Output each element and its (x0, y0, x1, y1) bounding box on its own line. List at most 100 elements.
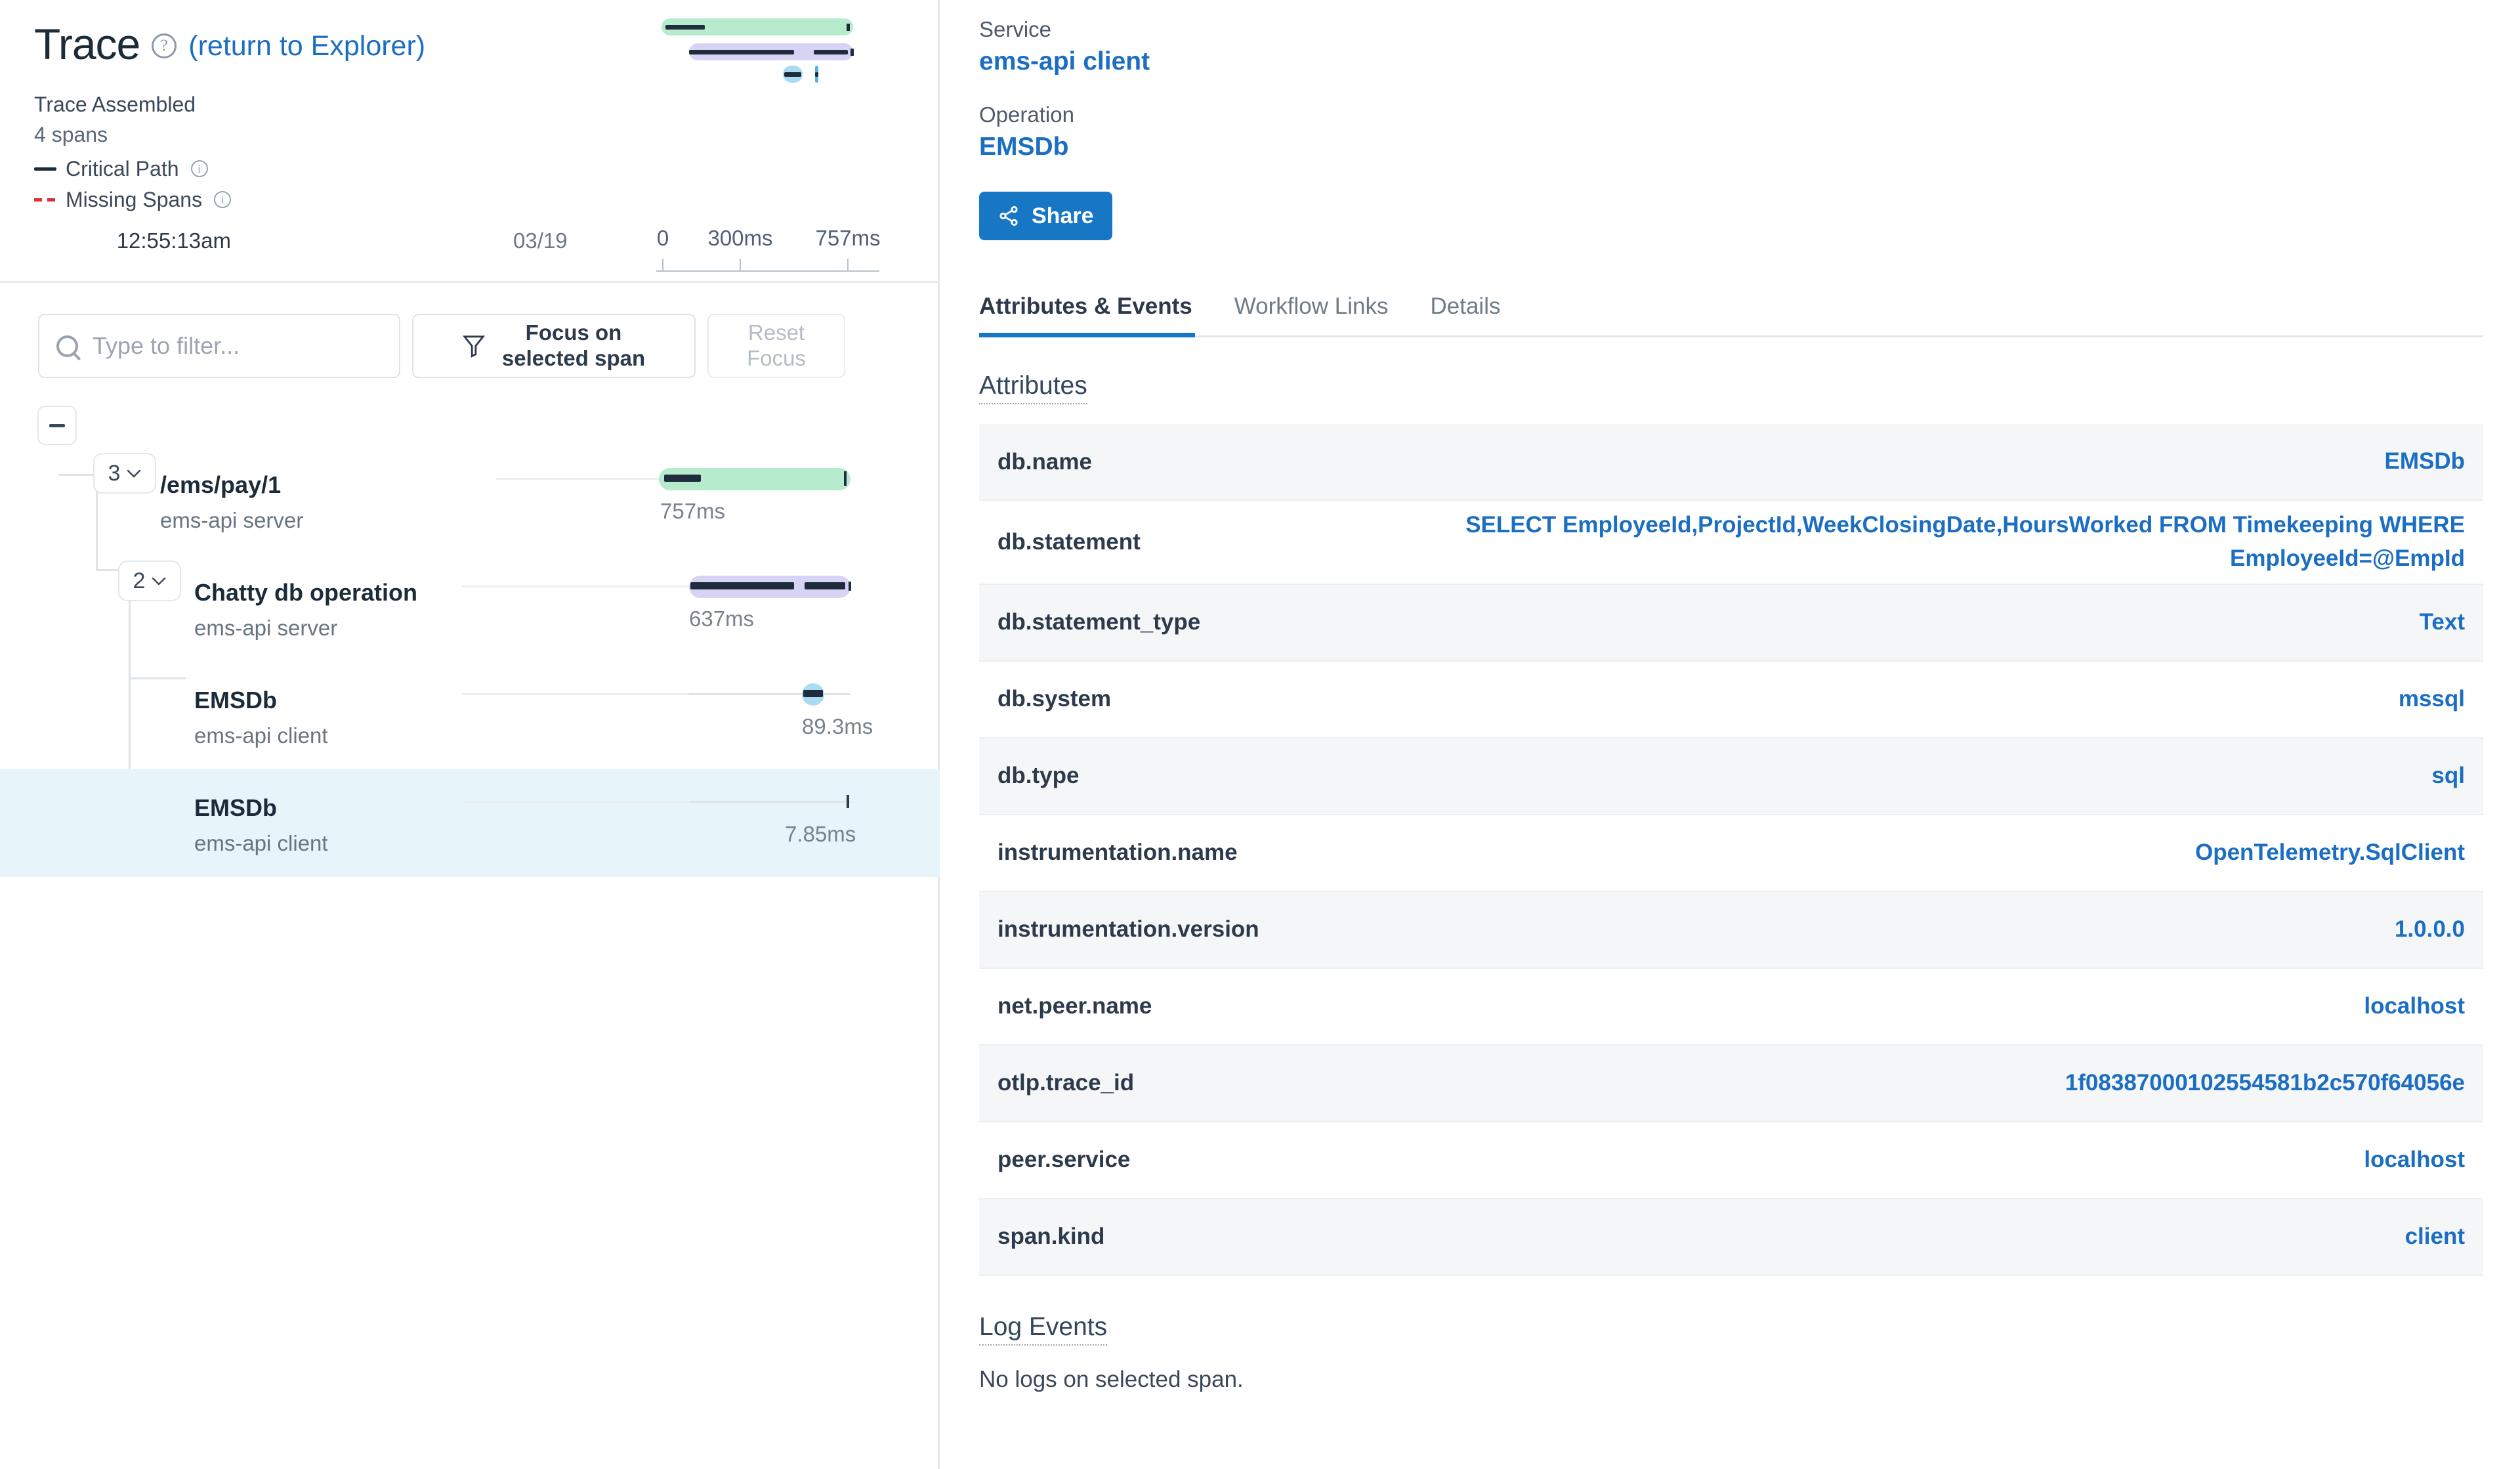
critical-path-segment (664, 475, 701, 482)
ruler-mark (740, 259, 741, 272)
legend-critical-path: Critical Path i (34, 157, 938, 181)
attribute-key: db.system (998, 686, 1112, 712)
tab-details[interactable]: Details (1430, 293, 1522, 335)
ruler-mark (847, 259, 849, 272)
span-detail-panel: Service ems-api client Operation EMSDb S… (940, 0, 2520, 1469)
table-row[interactable]: Chatty db operation ems-api server 2 637… (0, 554, 940, 662)
trace-start-date: 03/19 (513, 228, 568, 253)
attribute-value: 1.0.0.0 (2394, 916, 2465, 942)
critical-path-segment (803, 690, 823, 697)
table-row[interactable]: db.statement_type Text (979, 584, 2483, 662)
attribute-value: mssql (2398, 685, 2465, 712)
ruler-axis-line (656, 270, 879, 272)
focus-button-line2: selected span (501, 346, 646, 370)
minimap-bar (662, 18, 853, 35)
legend-missing-spans-label: Missing Spans (66, 187, 203, 211)
minimap-bar (815, 66, 818, 83)
span-name: EMSDb (194, 687, 277, 713)
span-duration: 637ms (689, 607, 755, 631)
critical-path-line-icon (34, 167, 56, 171)
trace-meta: Trace Assembled 4 spans Critical Path i … (34, 89, 938, 212)
trace-minimap[interactable] (662, 18, 872, 91)
span-detail-inner: Service ems-api client Operation EMSDb S… (940, 17, 2520, 1393)
focus-button-label: Focus on selected span (502, 320, 645, 372)
attribute-key: otlp.trace_id (998, 1070, 1135, 1096)
attributes-table: db.name EMSDb db.statement SELECT Employ… (979, 424, 2483, 1276)
question-circle-icon[interactable]: ? (152, 33, 177, 58)
table-row[interactable]: instrumentation.name OpenTelemetry.SqlCl… (979, 815, 2483, 892)
attribute-value: Text (2419, 608, 2465, 635)
bar-end-tick (847, 795, 849, 808)
child-count-value: 3 (108, 460, 121, 486)
reset-focus-button[interactable]: Reset Focus (707, 314, 845, 378)
table-row[interactable]: instrumentation.version 1.0.0.0 (979, 891, 2483, 969)
share-button[interactable]: Share (979, 192, 1112, 240)
table-row[interactable]: db.system mssql (979, 662, 2483, 738)
span-service: ems-api client (194, 831, 328, 855)
minimap-end-tick (847, 24, 850, 31)
table-row[interactable]: span.kind client (979, 1199, 2483, 1276)
service-value[interactable]: ems-api client (979, 47, 2502, 76)
bar-connector (462, 585, 692, 587)
missing-spans-line-icon (34, 198, 56, 202)
table-row[interactable]: db.statement SELECT EmployeeId,ProjectId… (979, 501, 2483, 585)
minimap-critical-path (814, 50, 848, 54)
return-to-explorer-link[interactable]: (return to Explorer) (188, 30, 425, 62)
attribute-value: client (2404, 1223, 2465, 1249)
ruler-scale: 0 300ms 757ms (656, 226, 886, 272)
share-button-label: Share (1032, 203, 1094, 228)
span-bar-area: 7.85ms (462, 769, 879, 877)
log-events-empty-message: No logs on selected span. (979, 1366, 1244, 1392)
attribute-value: 1f08387000102554581b2c570f64056e (2065, 1069, 2465, 1096)
focus-button-line1: Focus on (525, 320, 622, 345)
ruler-mark (662, 259, 663, 272)
info-icon[interactable]: i (190, 160, 208, 178)
span-name: /ems/pay/1 (160, 471, 282, 498)
page-title: Trace (34, 20, 140, 68)
minimap-critical-path (689, 50, 794, 54)
focus-on-selected-span-button[interactable]: Focus on selected span (412, 314, 696, 378)
span-service: ems-api client (194, 723, 328, 748)
child-count-value: 2 (133, 568, 146, 593)
table-row[interactable]: db.name EMSDb (979, 424, 2483, 501)
ruler-tick-1: 300ms (707, 226, 773, 250)
attribute-key: db.type (998, 763, 1080, 788)
tab-attributes-and-events[interactable]: Attributes & Events (979, 293, 1215, 337)
trace-status: Trace Assembled (34, 93, 196, 116)
operation-value[interactable]: EMSDb (979, 133, 2502, 161)
critical-path-segment (805, 582, 845, 589)
table-row[interactable]: EMSDb ems-api client 89.3ms (0, 662, 940, 769)
filter-box[interactable] (38, 314, 400, 378)
critical-path-segment (690, 582, 794, 589)
share-nodes-icon (999, 205, 1018, 226)
child-count-badge[interactable]: 3 (93, 453, 156, 494)
tab-workflow-links[interactable]: Workflow Links (1234, 293, 1411, 335)
table-row[interactable]: peer.service localhost (979, 1122, 2483, 1199)
table-row[interactable]: net.peer.name localhost (979, 969, 2483, 1046)
table-row[interactable]: db.type sql (979, 738, 2483, 815)
table-row[interactable]: /ems/pay/1 ems-api server 3 757ms (0, 446, 940, 554)
table-row[interactable]: otlp.trace_id 1f08387000102554581b2c570f… (979, 1045, 2483, 1122)
span-bar-area: 637ms (462, 554, 879, 662)
table-row[interactable]: EMSDb ems-api client 7.85ms (0, 769, 940, 877)
minimap-critical-path (815, 72, 818, 77)
attribute-key: net.peer.name (998, 993, 1152, 1019)
child-count-badge[interactable]: 2 (118, 561, 181, 601)
minimap-end-tick (850, 49, 854, 56)
span-count: 4 spans (34, 123, 108, 147)
search-input[interactable] (91, 331, 382, 360)
collapse-all-button[interactable] (37, 406, 77, 445)
service-label: Service (979, 17, 1052, 41)
reset-button-label: Reset Focus (747, 320, 806, 372)
bar-track (689, 693, 850, 695)
ruler-tick-0: 0 (656, 226, 669, 250)
span-service: ems-api server (194, 616, 338, 640)
attribute-key: db.name (998, 448, 1092, 475)
search-icon (56, 335, 78, 357)
bar-connector (462, 801, 692, 803)
info-icon[interactable]: i (214, 191, 232, 209)
minimap-critical-path (784, 72, 801, 77)
attribute-key: peer.service (998, 1147, 1131, 1172)
bar-connector (496, 478, 659, 480)
waterfall-controls: Focus on selected span Reset Focus (38, 314, 845, 378)
